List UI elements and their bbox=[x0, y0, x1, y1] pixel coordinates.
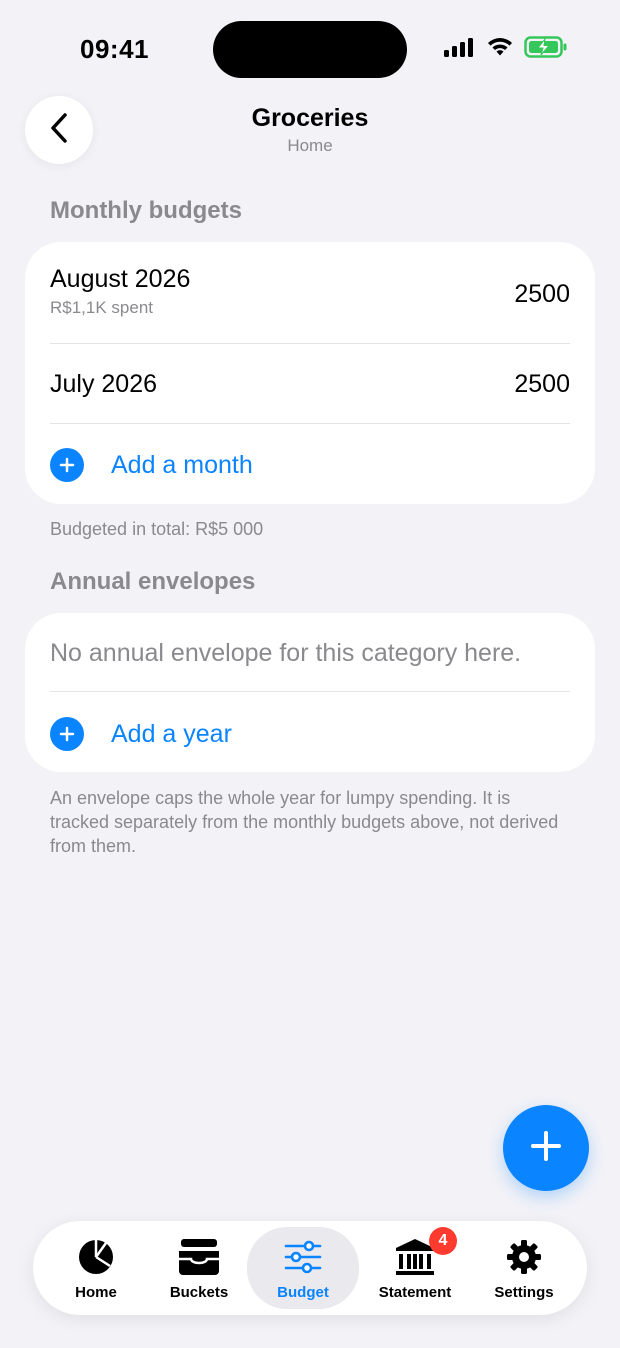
tab-label: Settings bbox=[494, 1284, 554, 1301]
dynamic-island bbox=[213, 21, 407, 78]
tab-budget[interactable]: Budget bbox=[247, 1227, 359, 1309]
page-title: Groceries bbox=[251, 104, 369, 132]
budget-row-august[interactable]: August 2026 R$1,1K spent 2500 bbox=[50, 265, 570, 345]
plus-icon bbox=[530, 1130, 562, 1167]
add-month-button[interactable]: Add a month bbox=[50, 448, 570, 482]
tab-label: Buckets bbox=[169, 1284, 229, 1301]
divider bbox=[50, 691, 570, 692]
tray-icon bbox=[177, 1235, 221, 1279]
budget-amount: 2500 bbox=[514, 280, 570, 308]
envelope-explanation-text: An envelope caps the whole year for lump… bbox=[50, 788, 559, 856]
pie-chart-icon bbox=[77, 1235, 115, 1279]
divider bbox=[50, 343, 570, 344]
add-year-label: Add a year bbox=[111, 719, 232, 748]
budgeted-total-text: Budgeted in total: R$5 000 bbox=[50, 519, 264, 539]
page-subtitle: Home bbox=[287, 136, 333, 155]
annual-envelopes-card: No annual envelope for this category her… bbox=[25, 613, 595, 772]
monthly-budgets-header: Monthly budgets bbox=[50, 197, 242, 224]
gear-icon bbox=[505, 1235, 543, 1279]
annual-envelopes-header: Annual envelopes bbox=[50, 568, 256, 595]
wifi-icon bbox=[486, 37, 514, 62]
add-month-label: Add a month bbox=[111, 450, 253, 479]
plus-circle-icon bbox=[50, 717, 84, 751]
plus-circle-icon bbox=[50, 448, 84, 482]
budget-amount: 2500 bbox=[514, 370, 570, 398]
tab-buckets[interactable]: Buckets bbox=[151, 1227, 247, 1309]
notification-badge: 4 bbox=[429, 1227, 457, 1255]
tab-statement[interactable]: 4 Statement bbox=[365, 1227, 465, 1309]
monthly-budgets-card: August 2026 R$1,1K spent 2500 July 2026 … bbox=[25, 242, 595, 504]
tab-label: Statement bbox=[378, 1284, 452, 1301]
tab-label: Home bbox=[75, 1284, 117, 1301]
status-time: 09:41 bbox=[80, 34, 149, 64]
bank-icon: 4 bbox=[395, 1227, 457, 1279]
tab-bar: Home Buckets Budget 4 Statement Settings bbox=[33, 1221, 587, 1315]
budget-month-label: August 2026 bbox=[50, 265, 191, 293]
add-year-button[interactable]: Add a year bbox=[50, 717, 570, 751]
tab-home[interactable]: Home bbox=[51, 1227, 141, 1309]
divider bbox=[50, 423, 570, 424]
add-fab-button[interactable] bbox=[503, 1105, 589, 1191]
budget-row-july[interactable]: July 2026 2500 bbox=[50, 370, 570, 420]
battery-charging-icon bbox=[524, 36, 568, 63]
sliders-icon bbox=[283, 1235, 323, 1279]
budget-spent-label: R$1,1K spent bbox=[50, 298, 154, 317]
cellular-signal-icon bbox=[444, 37, 476, 62]
budget-month-label: July 2026 bbox=[50, 370, 158, 398]
tab-settings[interactable]: Settings bbox=[479, 1227, 569, 1309]
empty-envelope-text: No annual envelope for this category her… bbox=[50, 639, 522, 667]
status-icons bbox=[444, 36, 568, 63]
status-bar: 09:41 bbox=[0, 0, 620, 100]
tab-label: Budget bbox=[277, 1284, 329, 1301]
